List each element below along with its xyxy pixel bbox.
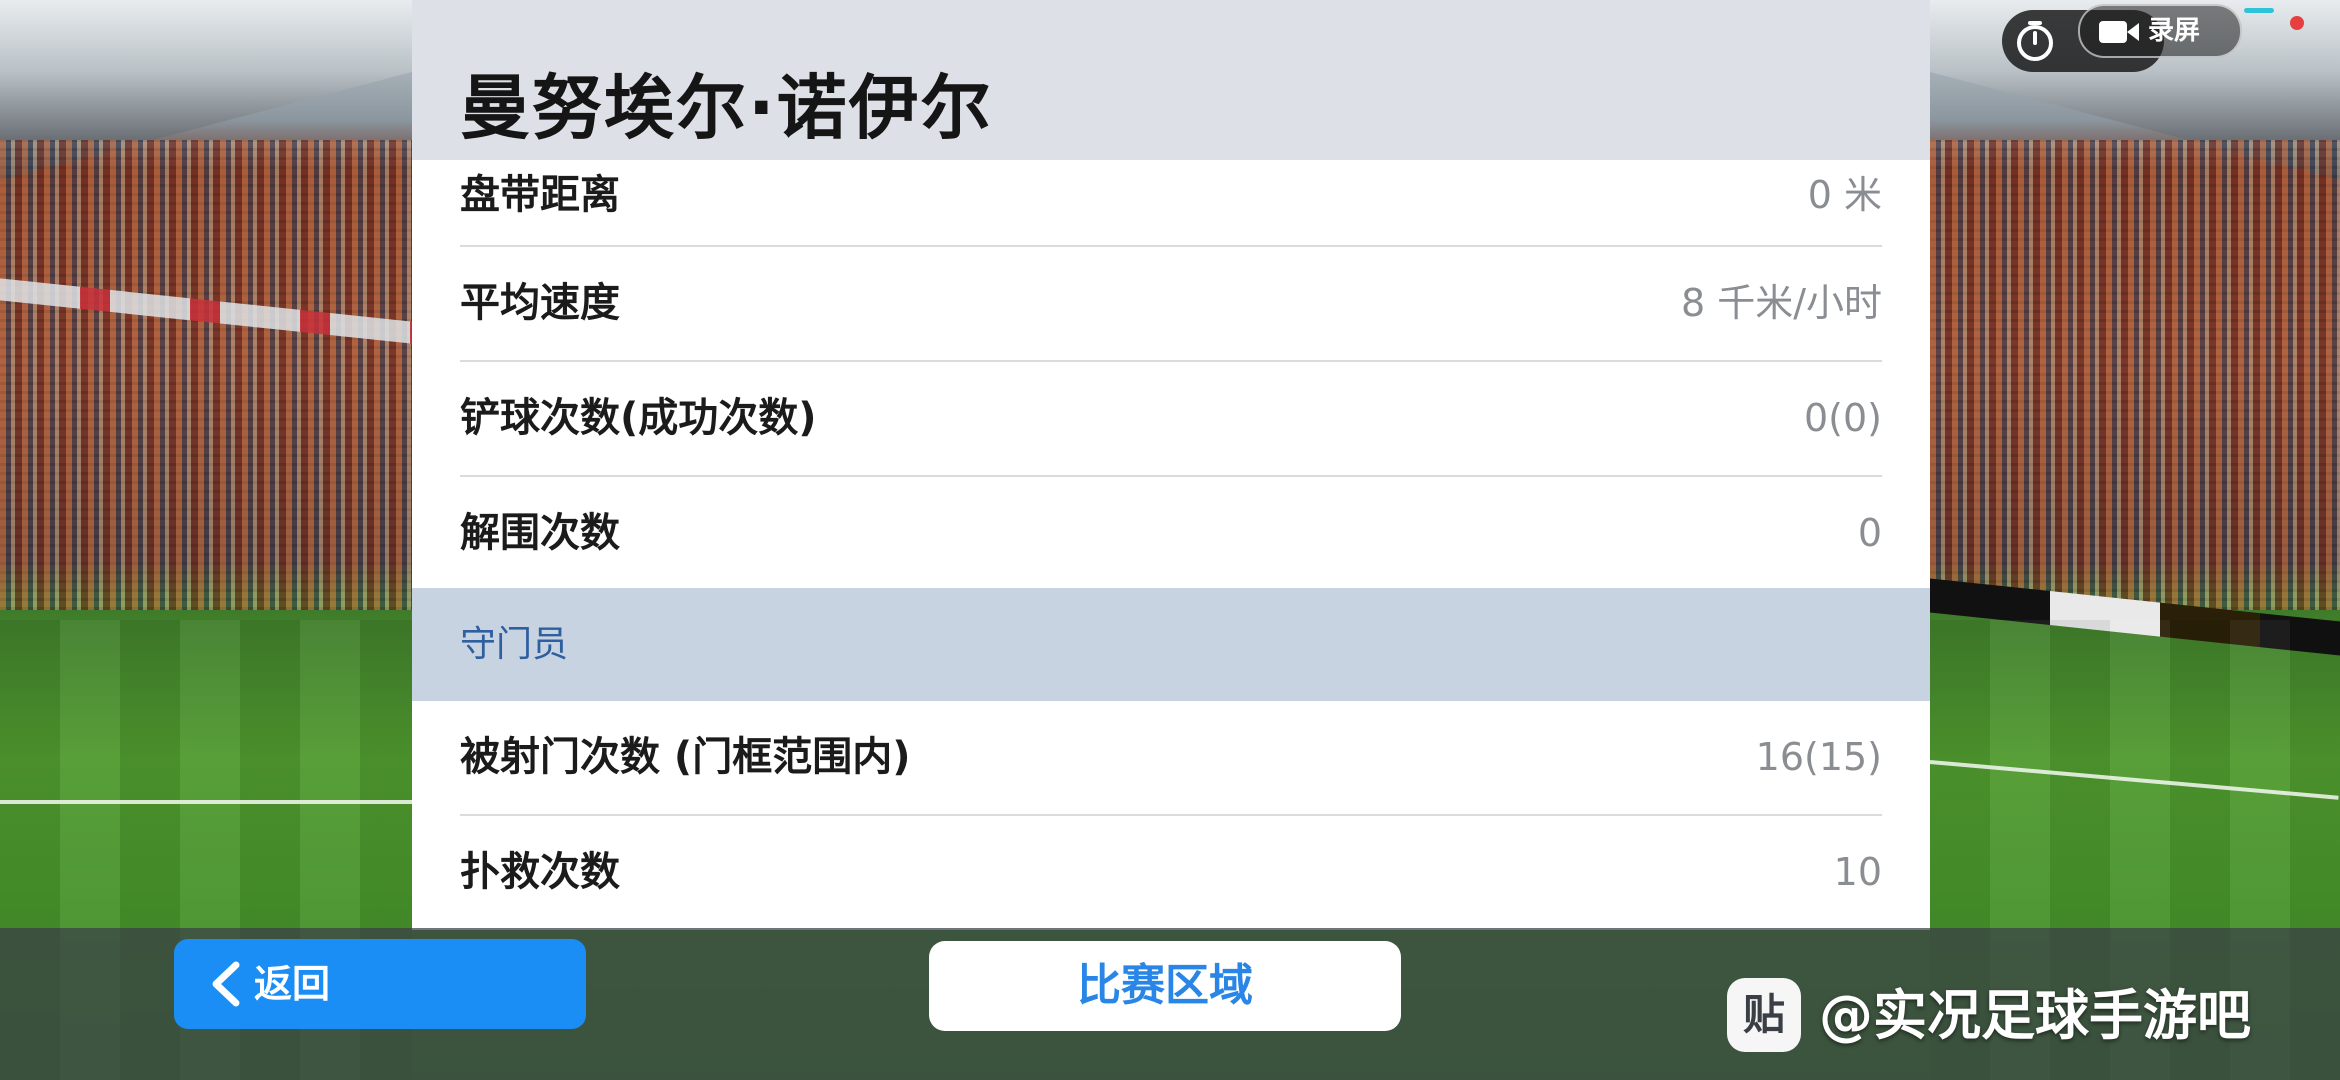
back-button[interactable]: 返回	[174, 939, 586, 1029]
stat-row-shots-faced: 被射门次数 (门框范围内) 16(15)	[460, 701, 1882, 816]
watermark-text: @实况足球手游吧	[1819, 984, 2251, 1047]
pitch-line-left	[0, 800, 412, 804]
stat-value: 10	[1833, 850, 1882, 894]
crowd-left	[0, 140, 412, 610]
tieba-logo-text: 贴	[1742, 990, 1785, 1039]
tieba-logo-icon: 贴	[1727, 978, 1801, 1052]
stat-label: 扑救次数	[460, 849, 620, 895]
recorder-indicator-line	[2244, 8, 2274, 13]
back-button-label: 返回	[254, 962, 331, 1006]
player-stats-panel[interactable]: 曼努埃尔·诺伊尔 盘带距离 0 米 平均速度 8 千米/小时 铲球次数(成功次数…	[412, 0, 1930, 930]
chevron-left-icon	[212, 961, 240, 1007]
stat-label: 被射门次数 (门框范围内)	[460, 734, 911, 780]
stat-value: 0	[1857, 511, 1882, 555]
stat-label: 盘带距离	[460, 172, 620, 218]
stat-row-average-speed: 平均速度 8 千米/小时	[460, 247, 1882, 362]
stat-value: 16(15)	[1755, 735, 1882, 779]
panel-header: 曼努埃尔·诺伊尔	[412, 0, 1930, 160]
stat-row-clearances: 解围次数 0	[460, 477, 1882, 590]
stat-row-dribble-distance: 盘带距离 0 米	[460, 160, 1882, 247]
video-camera-icon	[2099, 21, 2139, 43]
stat-label: 解围次数	[460, 510, 620, 556]
stat-value: 8 千米/小时	[1680, 281, 1882, 325]
screen-record-button[interactable]: 录屏	[2078, 4, 2242, 58]
section-header-goalkeeper: 守门员	[412, 588, 1930, 701]
stat-value: 0(0)	[1803, 396, 1882, 440]
stat-label: 平均速度	[460, 280, 620, 326]
stat-row-tackles: 铲球次数(成功次数) 0(0)	[460, 362, 1882, 477]
stat-value: 0 米	[1807, 173, 1882, 217]
stats-list[interactable]: 盘带距离 0 米 平均速度 8 千米/小时 铲球次数(成功次数) 0(0) 解围…	[412, 160, 1930, 929]
match-area-button[interactable]: 比赛区域	[929, 941, 1401, 1031]
timer-icon[interactable]	[2012, 18, 2058, 64]
stat-label: 铲球次数(成功次数)	[460, 395, 817, 441]
screen-record-label: 录屏	[2148, 16, 2201, 46]
player-name: 曼努埃尔·诺伊尔	[460, 67, 993, 149]
crowd-right	[1930, 140, 2340, 610]
stat-row-saves: 扑救次数 10	[460, 816, 1882, 929]
recording-dot	[2290, 16, 2304, 30]
